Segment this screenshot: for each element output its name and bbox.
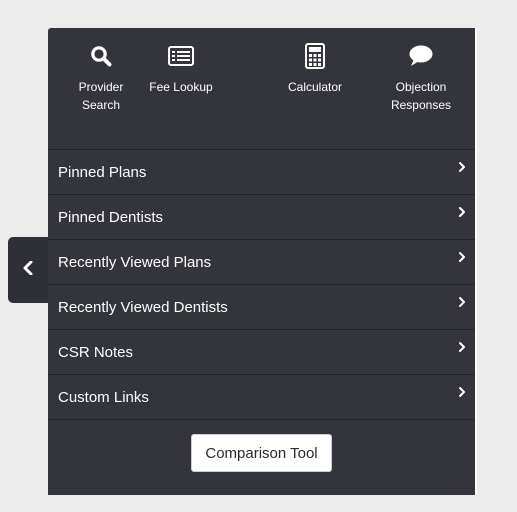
chevron-right-icon xyxy=(458,205,466,223)
chevron-right-icon xyxy=(458,385,466,403)
panel-menu: Pinned Plans Pinned Dentists Recently Vi… xyxy=(48,149,475,420)
objection-responses-link[interactable]: Objection Responses xyxy=(376,42,466,114)
comparison-tool-button[interactable]: Comparison Tool xyxy=(191,434,332,472)
side-panel: Provider Search Fee Lookup Calculator Ob… xyxy=(48,28,475,495)
chevron-right-icon xyxy=(458,295,466,313)
quick-links: Provider Search Fee Lookup Calculator Ob… xyxy=(48,28,475,149)
calculator-icon xyxy=(270,42,360,70)
provider-search-label: Provider Search xyxy=(78,80,124,112)
collapse-panel-button[interactable] xyxy=(8,237,48,303)
menu-item-csr-notes[interactable]: CSR Notes xyxy=(48,329,475,374)
objection-responses-label: Objection Responses xyxy=(390,80,452,112)
list-icon xyxy=(136,42,226,70)
menu-item-label: CSR Notes xyxy=(58,343,134,361)
menu-item-recently-viewed-plans[interactable]: Recently Viewed Plans xyxy=(48,239,475,284)
calculator-link[interactable]: Calculator xyxy=(270,42,360,96)
page: Provider Search Fee Lookup Calculator Ob… xyxy=(0,0,517,512)
chevron-right-icon xyxy=(458,160,466,178)
menu-item-label: Custom Links xyxy=(58,388,149,406)
menu-item-pinned-dentists[interactable]: Pinned Dentists xyxy=(48,194,475,239)
chevron-left-icon xyxy=(22,260,34,280)
chat-bubble-icon xyxy=(376,42,466,70)
menu-item-label: Recently Viewed Plans xyxy=(58,253,212,271)
menu-item-label: Pinned Dentists xyxy=(58,208,164,226)
menu-item-label: Recently Viewed Dentists xyxy=(58,298,228,316)
chevron-right-icon xyxy=(458,250,466,268)
search-icon xyxy=(56,42,146,70)
chevron-right-icon xyxy=(458,340,466,358)
panel-edge xyxy=(475,28,477,495)
calculator-label: Calculator xyxy=(287,80,343,94)
menu-item-label: Pinned Plans xyxy=(58,163,147,181)
provider-search-link[interactable]: Provider Search xyxy=(56,42,146,114)
comparison-tool-container: Comparison Tool xyxy=(48,434,475,472)
fee-lookup-link[interactable]: Fee Lookup xyxy=(136,42,226,96)
menu-item-custom-links[interactable]: Custom Links xyxy=(48,374,475,420)
menu-item-recently-viewed-dentists[interactable]: Recently Viewed Dentists xyxy=(48,284,475,329)
menu-item-pinned-plans[interactable]: Pinned Plans xyxy=(48,149,475,194)
fee-lookup-label: Fee Lookup xyxy=(149,80,213,94)
